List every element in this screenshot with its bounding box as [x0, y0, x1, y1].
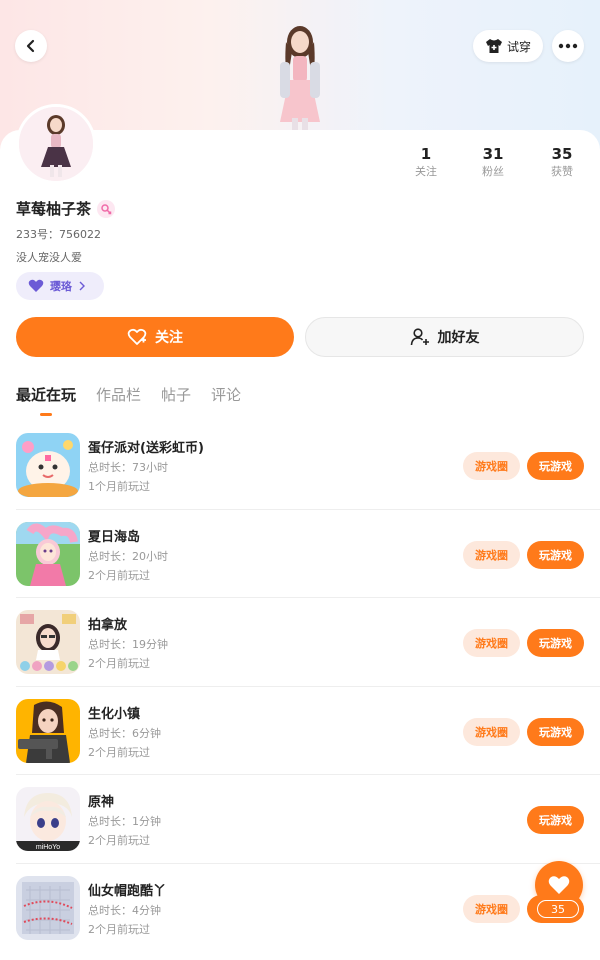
- stat-likes-label: 获赞: [551, 165, 573, 178]
- female-gender-icon: [97, 199, 116, 218]
- game-last-played: 2个月前玩过: [88, 745, 150, 759]
- game-name: 仙女帽跑酷丫: [88, 883, 167, 899]
- svg-text:miHoYo: miHoYo: [36, 844, 60, 851]
- stat-fans[interactable]: 31 粉丝: [463, 145, 523, 181]
- play-game-button[interactable]: 玩游戏: [527, 717, 584, 746]
- follow-button[interactable]: 关注: [16, 317, 294, 357]
- game-last-played: 2个月前玩过: [88, 568, 150, 582]
- game-last-played: 2个月前玩过: [88, 922, 150, 936]
- stat-following-label: 关注: [415, 165, 437, 178]
- recent-games-list: 蛋仔派对(送彩虹币) 总时长：73小时 1个月前玩过 游戏圈 玩游戏 夏日海岛 …: [0, 421, 600, 952]
- more-dots-icon: [558, 43, 578, 49]
- game-circle-button[interactable]: 游戏圈: [463, 629, 520, 657]
- list-item[interactable]: 仙女帽跑酷丫 总时长：4分钟 2个月前玩过 游戏圈 玩游戏: [0, 864, 600, 953]
- game-last-played: 2个月前玩过: [88, 834, 150, 847]
- stat-following[interactable]: 1 关注: [396, 145, 456, 181]
- game-duration: 总时长：19分钟: [88, 638, 168, 651]
- stat-likes-value: 35: [551, 145, 573, 163]
- pai-na-fang-icon: [16, 610, 80, 674]
- tab-posts[interactable]: 帖子: [161, 384, 191, 416]
- stat-following-value: 1: [420, 145, 432, 163]
- game-duration: 总时长：73小时: [88, 461, 168, 474]
- game-last-played: 2个月前玩过: [88, 657, 150, 670]
- avatar-3d-figure: [280, 26, 320, 130]
- chevron-left-icon: [26, 39, 35, 53]
- back-button[interactable]: [15, 30, 47, 62]
- tab-works[interactable]: 作品栏: [96, 384, 141, 416]
- add-friend-button[interactable]: 加好友: [305, 317, 584, 357]
- add-friend-label: 加好友: [437, 330, 480, 346]
- username: 草莓柚子茶: [16, 200, 92, 218]
- game-name: 原神: [88, 795, 115, 810]
- fairy-hat-parkour-icon: [16, 875, 80, 940]
- heart-icon: [548, 876, 570, 894]
- chevron-right-icon: [79, 281, 85, 291]
- list-item[interactable]: 生化小镇 总时长：6分钟 2个月前玩过 游戏圈 玩游戏: [0, 687, 600, 775]
- like-count-badge: 35: [537, 900, 579, 918]
- profile-tabs: 最近在玩 作品栏 帖子 评论: [16, 384, 241, 424]
- game-name: 拍拿放: [88, 618, 128, 633]
- game-duration: 总时长：6分钟: [88, 726, 161, 740]
- follow-label: 关注: [155, 330, 183, 346]
- user-id: 233号：756022: [16, 228, 101, 241]
- tab-recent-playing[interactable]: 最近在玩: [16, 384, 76, 416]
- shirt-icon: [485, 39, 502, 53]
- play-game-button[interactable]: 玩游戏: [527, 629, 584, 657]
- game-duration: 总时长：1分钟: [88, 815, 161, 828]
- game-name: 生化小镇: [88, 706, 141, 722]
- stat-fans-label: 粉丝: [482, 165, 504, 178]
- list-item[interactable]: 拍拿放 总时长：19分钟 2个月前玩过 游戏圈 玩游戏: [0, 598, 600, 687]
- list-item[interactable]: miHoYo 原神 总时长：1分钟 2个月前玩过 玩游戏: [0, 775, 600, 864]
- stat-likes[interactable]: 35 获赞: [532, 145, 592, 181]
- profile-badge-button[interactable]: 璎珞: [16, 272, 104, 300]
- play-game-button[interactable]: 玩游戏: [527, 540, 584, 569]
- play-game-button[interactable]: 玩游戏: [527, 452, 584, 480]
- play-game-button[interactable]: 玩游戏: [527, 806, 584, 834]
- username-row: 草莓柚子茶: [16, 198, 116, 219]
- profile-stats: 1 关注 31 粉丝 35 获赞: [0, 145, 600, 185]
- game-circle-button[interactable]: 游戏圈: [463, 452, 520, 480]
- add-user-icon: [410, 328, 429, 346]
- try-on-button[interactable]: 试穿: [473, 30, 543, 62]
- game-name: 蛋仔派对(送彩虹币): [88, 441, 204, 456]
- game-circle-button[interactable]: 游戏圈: [463, 894, 520, 923]
- game-duration: 总时长：4分钟: [88, 903, 161, 917]
- profile-badge-label: 璎珞: [50, 280, 72, 293]
- try-on-label: 试穿: [506, 39, 531, 54]
- list-item[interactable]: 蛋仔派对(送彩虹币) 总时长：73小时 1个月前玩过 游戏圈 玩游戏: [0, 421, 600, 510]
- heart-plus-icon: [127, 328, 147, 345]
- eggy-party-icon: [16, 433, 80, 497]
- biochem-town-icon: [16, 698, 80, 763]
- purple-heart-icon: [28, 279, 44, 292]
- user-bio: 没人宠没人爱: [16, 251, 82, 264]
- game-name: 夏日海岛: [88, 529, 141, 545]
- genshin-icon: miHoYo: [16, 787, 80, 851]
- game-circle-button[interactable]: 游戏圈: [463, 717, 520, 746]
- stat-fans-value: 31: [482, 145, 504, 163]
- game-duration: 总时长：20小时: [88, 549, 168, 563]
- list-item[interactable]: 夏日海岛 总时长：20小时 2个月前玩过 游戏圈 玩游戏: [0, 510, 600, 598]
- tab-comments[interactable]: 评论: [211, 384, 241, 416]
- game-circle-button[interactable]: 游戏圈: [463, 540, 520, 569]
- more-options-button[interactable]: [552, 30, 584, 62]
- game-last-played: 1个月前玩过: [88, 480, 150, 493]
- summer-island-icon: [16, 521, 80, 586]
